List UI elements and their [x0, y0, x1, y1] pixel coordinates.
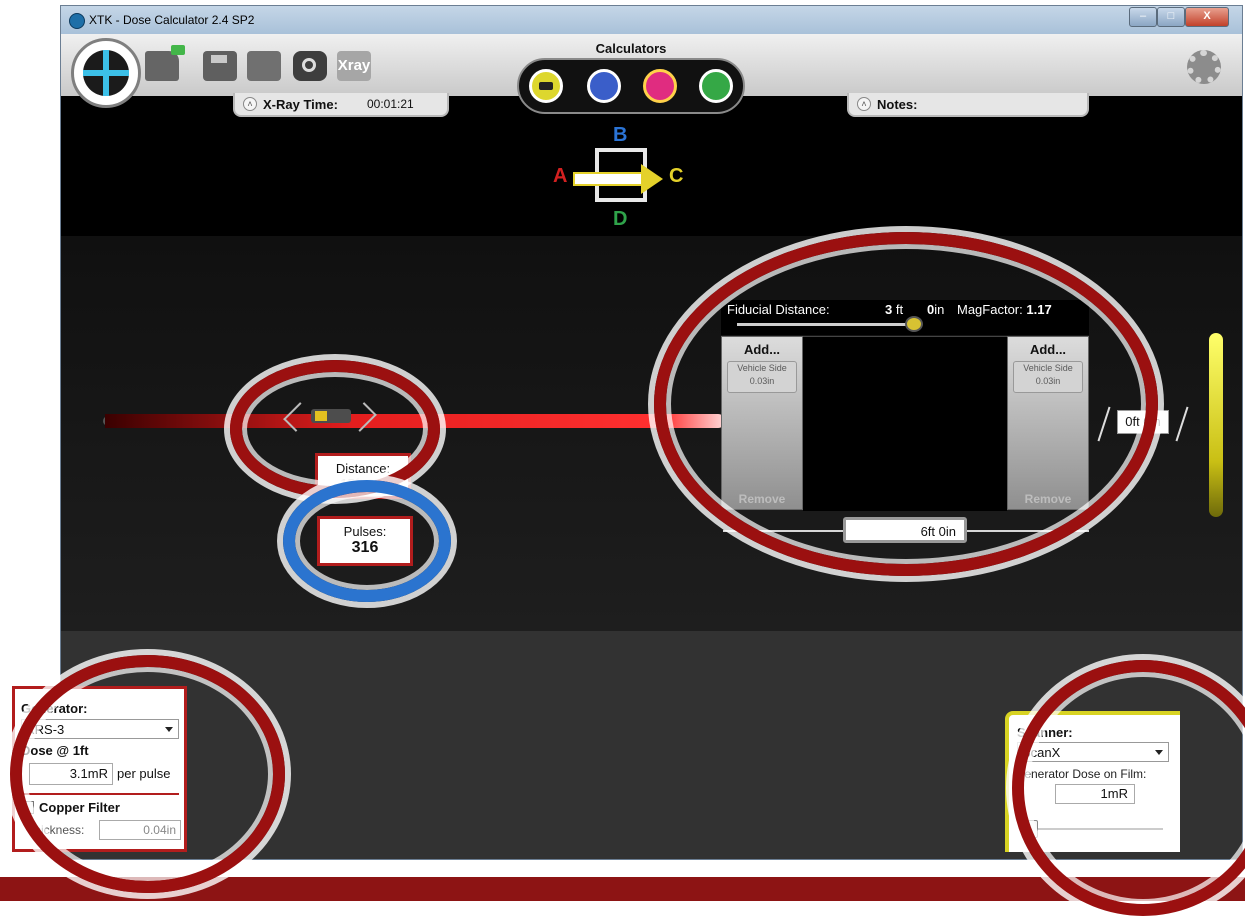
right-vehicle-side-title: Vehicle Side [1023, 363, 1073, 373]
object-width-field[interactable]: 6ft 0in [843, 517, 967, 543]
arrow-icon [573, 172, 643, 186]
fiducial-feet: 3 ft [885, 302, 903, 317]
dose-label: Dose @ 1ft [21, 743, 89, 758]
scanner-select[interactable]: ScanX [1017, 742, 1169, 762]
generator-select[interactable]: XRS-3 [21, 719, 179, 739]
generator-icon[interactable] [311, 409, 351, 423]
fiducial-feet-value: 3 [885, 302, 893, 317]
print-icon[interactable] [247, 51, 281, 81]
side-c-label: C [669, 165, 684, 187]
fiducial-label: Fiducial Distance: [727, 302, 830, 317]
side-b-label: B [613, 124, 628, 146]
window-title: XTK - Dose Calculator 2.4 SP2 [89, 13, 255, 27]
pulses-label: Pulses: [343, 524, 387, 539]
left-vehicle-side-value: 0.03in [749, 376, 775, 386]
divider [21, 793, 179, 795]
film-dose-slider-thumb[interactable] [1027, 820, 1038, 838]
xray-time-label: X-Ray Time: [263, 97, 338, 112]
grid-calc-icon[interactable] [699, 69, 733, 103]
copper-filter-label: Copper Filter [39, 800, 120, 815]
scanner-selected: ScanX [1022, 745, 1061, 760]
app-icon [69, 13, 85, 29]
arrow-head-icon [641, 164, 663, 194]
exposure-calc-icon[interactable] [529, 69, 563, 103]
left-add-button[interactable]: Add... [722, 342, 802, 357]
left-vehicle-side-button[interactable]: Vehicle Side 0.03in [727, 361, 797, 393]
app-logo-icon[interactable] [71, 38, 141, 108]
xray-time-panel[interactable]: ˄ X-Ray Time: 00:01:21 [233, 93, 449, 117]
fiducial-feet-unit: ft [895, 302, 904, 317]
scanner-panel: Scanner: ScanX Generator Dose on Film: 1… [1005, 711, 1180, 852]
distance-value[interactable]: 15ft 0in [318, 476, 408, 491]
generator-panel: Generator: XRS-3 Dose @ 1ft 3.1mR per pu… [12, 686, 187, 852]
dropdown-arrow-icon[interactable] [165, 727, 173, 732]
dose-input[interactable]: 3.1mR [29, 763, 113, 785]
object-width-value[interactable]: 6ft 0in [921, 524, 956, 539]
maximize-button[interactable]: □ [1157, 7, 1185, 27]
right-vehicle-side-button[interactable]: Vehicle Side 0.03in [1013, 361, 1083, 393]
side-d-label: D [613, 208, 628, 230]
left-vehicle-side-title: Vehicle Side [737, 363, 787, 373]
time-calc-icon[interactable] [587, 69, 621, 103]
dose-unit: per pulse [117, 766, 171, 781]
gap-field[interactable]: 0ft 0in [1117, 410, 1169, 434]
notes-panel[interactable]: ˄ Notes: [847, 93, 1089, 117]
generator-label: Generator: [21, 701, 88, 716]
radiation-calc-icon[interactable] [643, 69, 677, 103]
dropdown-arrow-icon[interactable] [1155, 750, 1163, 755]
minimize-button[interactable]: – [1129, 7, 1157, 27]
pulses-card: Pulses: 316 [317, 516, 413, 566]
side-a-label: A [553, 165, 568, 187]
fiducial-inches: 0in [927, 302, 944, 317]
right-remove-button[interactable]: Remove [1008, 492, 1088, 506]
xray-icon[interactable]: Xray [337, 51, 371, 81]
camera-icon[interactable] [293, 51, 327, 81]
thickness-label: Thickness: [27, 823, 85, 837]
fiducial-inches-unit: in [934, 302, 945, 317]
calculators-label: Calculators [595, 41, 667, 56]
chevron-up-icon[interactable]: ˄ [243, 97, 257, 111]
xray-beam [105, 414, 725, 428]
chevron-right-icon[interactable] [347, 402, 377, 432]
film-dose-input[interactable]: 1mR [1055, 784, 1135, 804]
gear-icon[interactable] [1187, 50, 1221, 84]
scanner-plate[interactable] [1209, 333, 1223, 517]
notes-label: Notes: [877, 97, 918, 112]
fiducial-panel: Fiducial Distance: 3 ft 0in MagFactor: 1… [721, 300, 1089, 335]
fiducial-slider-track[interactable] [737, 323, 913, 326]
save-icon[interactable] [203, 51, 237, 81]
distance-card[interactable]: Distance: 15ft 0in [315, 453, 411, 499]
left-remove-button[interactable]: Remove [722, 492, 802, 506]
mag-factor-label: MagFactor: [957, 302, 1023, 317]
calculators-tray [517, 58, 745, 114]
scanner-label: Scanner: [1017, 725, 1073, 740]
right-side-column: Add... Vehicle Side 0.03in Remove [1007, 336, 1089, 510]
object-view [803, 336, 1007, 511]
orientation-diagram[interactable]: A B C D [551, 124, 701, 236]
pulses-value: 316 [351, 539, 379, 556]
xray-time-value: 00:01:21 [367, 97, 414, 111]
close-button[interactable]: X [1185, 7, 1229, 27]
xray-source[interactable] [283, 399, 377, 439]
bottom-red-bar [0, 877, 1245, 901]
left-side-column: Add... Vehicle Side 0.03in Remove [721, 336, 803, 510]
open-icon[interactable] [145, 45, 185, 81]
mag-factor: MagFactor: 1.17 [957, 302, 1052, 317]
generator-selected: XRS-3 [26, 722, 65, 737]
right-add-button[interactable]: Add... [1008, 342, 1088, 357]
film-dose-label: Generator Dose on Film: [1015, 767, 1147, 781]
fiducial-slider-thumb[interactable] [905, 316, 923, 332]
thickness-input[interactable]: 0.04in [99, 820, 181, 840]
right-vehicle-side-value: 0.03in [1035, 376, 1061, 386]
copper-filter-checkbox[interactable] [21, 801, 34, 814]
chevron-up-icon[interactable]: ˄ [857, 97, 871, 111]
mag-factor-value: 1.17 [1026, 302, 1052, 317]
distance-label: Distance: [335, 461, 391, 476]
film-dose-slider-track[interactable] [1027, 828, 1163, 830]
title-bar: XTK - Dose Calculator 2.4 SP2 – □ X [61, 6, 1242, 34]
